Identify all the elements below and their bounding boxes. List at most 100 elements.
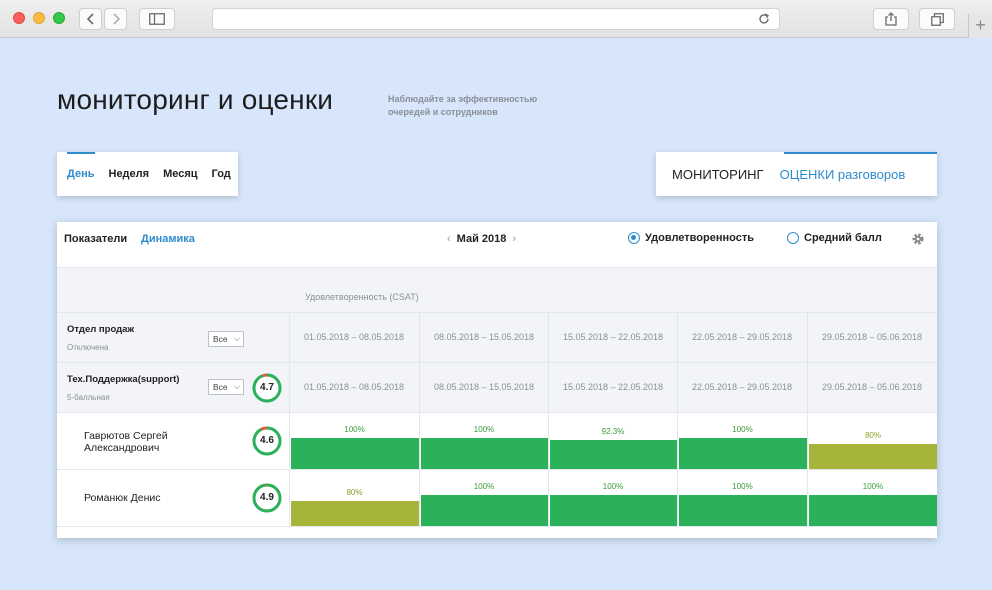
- rating-cell: 100%: [677, 413, 807, 470]
- tabs-overview-button[interactable]: [919, 8, 955, 30]
- rating-bar: [809, 444, 937, 470]
- subtitle-line-1: Наблюдайте за эффективностью: [388, 94, 538, 104]
- tab-indicators[interactable]: Показатели: [64, 233, 127, 245]
- metric-label: Удовлетворенность (CSAT): [305, 292, 419, 302]
- rating-percent: 100%: [473, 482, 495, 491]
- score-ring: 4.6: [251, 425, 283, 457]
- tab-year[interactable]: Год: [212, 168, 231, 180]
- rating-percent: 80%: [864, 431, 881, 440]
- mode-tabs: МОНИТОРИНГ ОЦЕНКИ разговоров: [656, 152, 937, 196]
- score-ring: 4.7: [251, 372, 283, 404]
- department-filter-select[interactable]: Все ⌵: [208, 379, 244, 395]
- reload-icon[interactable]: [757, 12, 771, 26]
- radio-satisfaction[interactable]: Удовлетворенность: [628, 232, 754, 244]
- department-name: Тех.Поддержка(support): [67, 374, 180, 385]
- rating-cell: 80%: [807, 413, 937, 470]
- tab-ratings[interactable]: ОЦЕНКИ разговоров: [780, 167, 906, 182]
- share-button[interactable]: [873, 8, 909, 30]
- tab-week[interactable]: Неделя: [109, 168, 150, 180]
- ratings-panel: Показатели Динамика ‹ Май 2018 › Удовлетво…: [57, 222, 937, 538]
- score-value: 4.9: [260, 492, 274, 503]
- rating-bar: [291, 438, 419, 470]
- next-month-icon[interactable]: ›: [512, 233, 516, 245]
- employee-row[interactable]: Романюк Денис 4.9 80% 100% 100% 100% 100%: [57, 469, 937, 527]
- rating-bar: [809, 495, 937, 527]
- period-header: 22.05.2018 – 29.05.2018: [677, 363, 806, 413]
- back-button[interactable]: [79, 8, 102, 30]
- score-ring: 4.9: [251, 482, 283, 514]
- radio-checked-icon: [628, 232, 640, 244]
- filter-value: Все: [213, 334, 228, 344]
- period-header: 15.05.2018 – 22.05.2018: [548, 363, 677, 413]
- address-bar[interactable]: [212, 8, 780, 30]
- department-scale: Отключена: [67, 343, 109, 352]
- radio-average-label: Средний балл: [804, 232, 882, 244]
- filter-value: Все: [213, 382, 228, 392]
- share-icon: [885, 12, 897, 26]
- score-value: 4.7: [260, 382, 274, 393]
- score-value: 4.6: [260, 435, 274, 446]
- rating-bar: [421, 438, 548, 470]
- rating-percent: 100%: [862, 482, 884, 491]
- chevron-left-icon: [86, 13, 94, 25]
- current-month: Май 2018: [456, 233, 507, 245]
- rating-cell: 92.3%: [548, 413, 677, 470]
- zoom-window-button[interactable]: [53, 12, 65, 24]
- tab-day[interactable]: День: [67, 168, 95, 180]
- subtitle-line-2: очередей и сотрудников: [388, 107, 498, 117]
- rating-cell: 100%: [677, 470, 807, 527]
- radio-unchecked-icon: [787, 232, 799, 244]
- chevron-down-icon: ⌵: [233, 382, 240, 391]
- rating-bar: [291, 501, 419, 527]
- employee-name-line-2: Александрович: [84, 442, 160, 454]
- rating-bar: [550, 495, 677, 527]
- minimize-window-button[interactable]: [33, 12, 45, 24]
- period-header: 29.05.2018 – 05.06.2018: [807, 363, 936, 413]
- rating-percent: 100%: [602, 482, 624, 491]
- radio-average[interactable]: Средний балл: [787, 232, 882, 244]
- rating-bar: [421, 495, 548, 527]
- department-row: Отдел продаж Отключена Все ⌵ 01.05.2018 –…: [57, 312, 937, 363]
- rating-cell: 100%: [419, 470, 548, 527]
- period-tabs: День Неделя Месяц Год: [57, 152, 238, 196]
- department-name: Отдел продаж: [67, 324, 135, 335]
- rating-percent: 100%: [344, 425, 365, 434]
- tab-month[interactable]: Месяц: [163, 168, 197, 180]
- sidebar-button[interactable]: [139, 8, 175, 30]
- prev-month-icon[interactable]: ‹: [447, 233, 451, 245]
- period-header: 01.05.2018 – 08.05.2018: [289, 363, 418, 413]
- close-window-button[interactable]: [13, 12, 25, 24]
- rating-cell: 100%: [548, 470, 677, 527]
- employee-name: Гаврютов Сергей Александрович: [84, 430, 168, 454]
- period-header: 01.05.2018 – 08.05.2018: [289, 313, 418, 363]
- forward-button[interactable]: [104, 8, 127, 30]
- rating-percent: 100%: [732, 425, 753, 434]
- rating-bar: [550, 440, 677, 470]
- sidebar-icon: [149, 13, 165, 25]
- rating-cell: 100%: [289, 413, 419, 470]
- period-header: 15.05.2018 – 22.05.2018: [548, 313, 677, 363]
- rating-percent: 100%: [473, 425, 495, 434]
- employee-row[interactable]: Гаврютов Сергей Александрович 4.6 100% 10…: [57, 412, 937, 470]
- tab-monitoring[interactable]: МОНИТОРИНГ: [672, 167, 764, 182]
- rating-percent: 100%: [732, 482, 753, 491]
- period-header: 22.05.2018 – 29.05.2018: [677, 313, 806, 363]
- tabs-icon: [930, 12, 944, 26]
- period-header: 29.05.2018 – 05.06.2018: [807, 313, 936, 363]
- period-header: 08.05.2018 – 15.05.2018: [419, 363, 548, 413]
- period-header: 08.05.2018 – 15.05.2018: [419, 313, 548, 363]
- chevron-down-icon: ⌵: [233, 334, 240, 343]
- department-filter-select[interactable]: Все ⌵: [208, 331, 244, 347]
- tab-dynamics[interactable]: Динамика: [141, 233, 195, 245]
- gear-icon[interactable]: [911, 232, 925, 246]
- rating-cell: 80%: [289, 470, 419, 527]
- new-tab-button[interactable]: +: [968, 14, 992, 38]
- employee-name-line-1: Гаврютов Сергей: [84, 430, 168, 442]
- employee-name-line-1: Романюк Денис: [84, 492, 161, 504]
- panel-toolbar: Показатели Динамика ‹ Май 2018 › Удовлетво…: [57, 222, 937, 268]
- employee-name: Романюк Денис: [84, 492, 161, 504]
- chevron-right-icon: [112, 13, 120, 25]
- rating-cell: 100%: [419, 413, 548, 470]
- rating-bar: [679, 438, 807, 470]
- browser-toolbar: +: [0, 0, 992, 38]
